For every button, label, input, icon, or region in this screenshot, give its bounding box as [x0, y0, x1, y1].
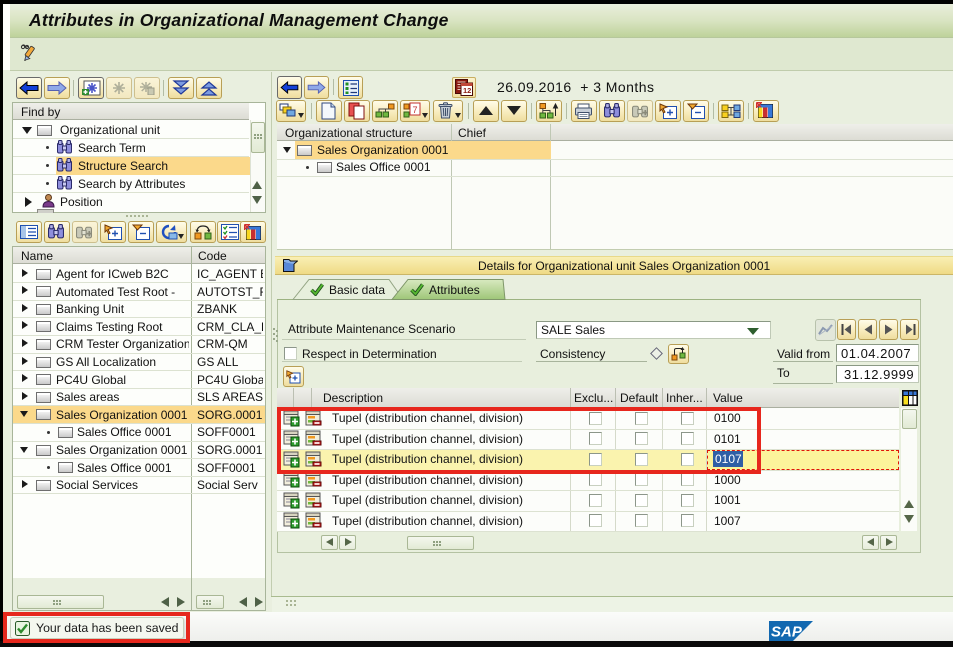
svg-text:SAP: SAP	[771, 624, 803, 641]
svg-text:7: 7	[413, 105, 418, 115]
svg-text:12: 12	[463, 86, 471, 95]
